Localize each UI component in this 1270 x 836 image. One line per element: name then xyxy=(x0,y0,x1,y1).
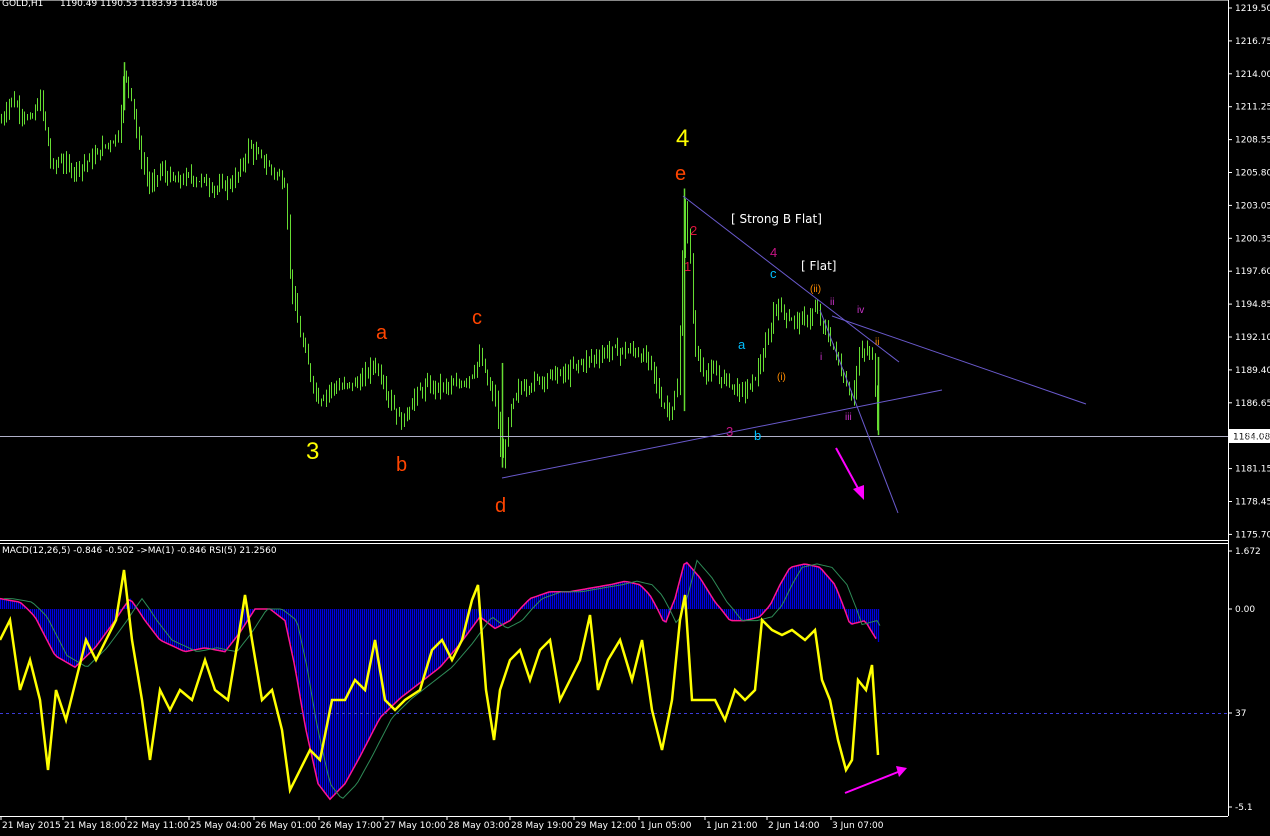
price-tick-label: 1214.00 xyxy=(1235,70,1270,80)
indicator-tick-label: 1.672 xyxy=(1235,547,1261,557)
wave-label-roman-i: i xyxy=(820,352,822,363)
time-tick-label: 28 May 19:00 xyxy=(511,821,573,831)
time-tick-label: 21 May 2015 xyxy=(2,821,61,831)
price-tick-label: 1183.90 xyxy=(1235,432,1270,442)
price-tick-label: 1192.10 xyxy=(1235,333,1270,343)
price-tick-label: 1175.70 xyxy=(1235,530,1270,540)
wave-label-a: a xyxy=(376,322,388,344)
price-tick-label: 1203.05 xyxy=(1235,201,1270,211)
time-tick-label: 1 Jun 05:00 xyxy=(640,821,692,831)
wave-label-roman-iii: iii xyxy=(845,412,852,423)
time-tick-label: 22 May 11:00 xyxy=(127,821,189,831)
indicator-header: MACD(12,26,5) -0.846 -0.502 ->MA(1) -0.8… xyxy=(2,546,277,556)
time-tick-label: 2 Jun 14:00 xyxy=(768,821,820,831)
indicator-tick-label: 0.00 xyxy=(1235,605,1255,615)
time-tick-label: 26 May 01:00 xyxy=(255,821,317,831)
time-tick-label: 1 Jun 21:00 xyxy=(706,821,758,831)
wave-label-orange-ii: ii xyxy=(875,337,879,348)
price-tick-label: 1197.60 xyxy=(1235,267,1270,277)
price-tick-label: 1181.15 xyxy=(1235,465,1270,475)
time-tick-label: 3 Jun 07:00 xyxy=(832,821,884,831)
wave-label-roman-ii: ii xyxy=(830,297,834,308)
time-tick-label: 21 May 18:00 xyxy=(64,821,126,831)
note-flat: [ Flat] xyxy=(801,259,836,273)
price-chart[interactable]: GOLD,H1 1190.49 1190.53 1183.93 1184.08 … xyxy=(0,0,1270,836)
wave-label-3: 3 xyxy=(306,438,319,465)
price-tick-label: 1178.45 xyxy=(1235,498,1270,508)
price-tick-label: 1216.75 xyxy=(1235,37,1270,47)
wave-label-sub-3: 3 xyxy=(726,424,733,439)
wave-label-sub-2: 2 xyxy=(690,223,697,238)
indicator-tick-label: 37 xyxy=(1235,709,1246,719)
ohlc-header: 1190.49 1190.53 1183.93 1184.08 xyxy=(60,0,218,9)
price-tick-label: 1194.85 xyxy=(1235,300,1270,310)
price-tick-label: 1205.80 xyxy=(1235,169,1270,179)
wave-label-sub-a: a xyxy=(738,337,746,352)
time-tick-label: 25 May 04:00 xyxy=(190,821,252,831)
wave-label-c: c xyxy=(472,307,482,329)
wave-label-roman-iv: iv xyxy=(857,305,864,316)
note-strong-b-flat: [ Strong B Flat] xyxy=(731,212,822,226)
time-tick-label: 27 May 10:00 xyxy=(384,821,446,831)
wave-label-sub-4: 4 xyxy=(770,245,777,260)
price-tick-label: 1186.65 xyxy=(1235,399,1270,409)
price-tick-label: 1219.50 xyxy=(1235,4,1270,14)
time-tick-label: 26 May 17:00 xyxy=(320,821,382,831)
wave-label-4: 4 xyxy=(676,125,689,152)
wave-label-paren-i: (i) xyxy=(777,372,786,383)
price-tick-label: 1200.35 xyxy=(1235,234,1270,244)
wave-label-sub-b: b xyxy=(754,428,761,443)
wave-label-sub-c: c xyxy=(770,266,777,281)
wave-label-paren-ii: (ii) xyxy=(810,284,821,295)
wave-label-d: d xyxy=(495,495,506,517)
time-tick-label: 29 May 12:00 xyxy=(575,821,637,831)
wave-label-b: b xyxy=(396,454,407,476)
price-tick-label: 1189.40 xyxy=(1235,366,1270,376)
wave-label-sub-1: 1 xyxy=(684,259,691,274)
price-tick-label: 1211.25 xyxy=(1235,103,1270,113)
time-tick-label: 28 May 03:00 xyxy=(448,821,510,831)
price-tick-label: 1208.55 xyxy=(1235,136,1270,146)
wave-label-e: e xyxy=(675,163,686,185)
indicator-tick-label: -5.1 xyxy=(1235,803,1253,813)
symbol-header: GOLD,H1 xyxy=(2,0,43,9)
